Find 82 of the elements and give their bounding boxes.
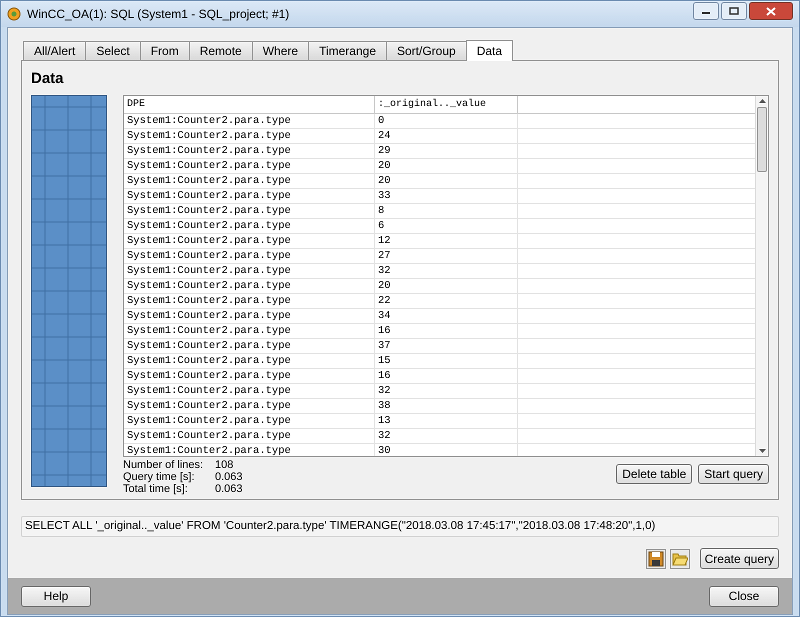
tab[interactable]: Data: [466, 40, 514, 61]
table-cell: 20: [375, 174, 518, 188]
table-cell: System1:Counter2.para.type: [124, 204, 375, 218]
table-cell: System1:Counter2.para.type: [124, 414, 375, 428]
close-icon: [766, 6, 776, 16]
table-cell: 13: [375, 414, 518, 428]
table-cell: System1:Counter2.para.type: [124, 384, 375, 398]
query-field[interactable]: SELECT ALL '_original.._value' FROM 'Counter2.para.type' TIMERANGE("2018.03.08 17:45:17","2018.03.08 17:48:20",1,0): [21, 516, 779, 537]
table-cell: System1:Counter2.para.type: [124, 219, 375, 233]
scrollbar[interactable]: [755, 96, 768, 456]
table-cell: 20: [375, 159, 518, 173]
table-cell: System1:Counter2.para.type: [124, 294, 375, 308]
table-cell: 8: [375, 204, 518, 218]
maximize-icon: [729, 7, 739, 15]
stat-label: Number of lines:: [123, 459, 204, 471]
tab[interactable]: Remote: [188, 41, 252, 60]
table-cell: 34: [375, 309, 518, 323]
table-cell: 0: [375, 114, 518, 128]
table-cell: 32: [375, 384, 518, 398]
close-dialog-button[interactable]: Close: [709, 586, 779, 606]
tab[interactable]: All/Alert: [23, 41, 86, 60]
table-cell: 29: [375, 144, 518, 158]
table-cell: System1:Counter2.para.type: [124, 189, 375, 203]
table-cell: System1:Counter2.para.type: [124, 324, 375, 338]
table-cell: System1:Counter2.para.type: [124, 129, 375, 143]
table-cell: 16: [375, 369, 518, 383]
table-cell: 27: [375, 249, 518, 263]
table-cell: System1:Counter2.para.type: [124, 114, 375, 128]
table-cell: System1:Counter2.para.type: [124, 279, 375, 293]
column-header[interactable]: DPE: [124, 96, 375, 113]
table-cell: 24: [375, 129, 518, 143]
tab[interactable]: Timerange: [308, 41, 386, 60]
table-cell: System1:Counter2.para.type: [124, 234, 375, 248]
stat-value: 0.063: [215, 471, 243, 483]
scroll-down-icon[interactable]: [758, 449, 766, 454]
table-cell: System1:Counter2.para.type: [124, 144, 375, 158]
tab[interactable]: From: [140, 41, 189, 60]
help-button[interactable]: Help: [21, 586, 91, 606]
table-cell: 12: [375, 234, 518, 248]
table-cell: 15: [375, 354, 518, 368]
table-cell: System1:Counter2.para.type: [124, 249, 375, 263]
folder-icon: [672, 552, 688, 566]
stat-value: 0.063: [215, 483, 243, 495]
panel-title: Data: [31, 69, 65, 89]
table-cell: System1:Counter2.para.type: [124, 174, 375, 188]
tab[interactable]: Where: [252, 41, 308, 60]
table-cell: System1:Counter2.para.type: [124, 399, 375, 413]
table-cell: 16: [375, 324, 518, 338]
table-cell: System1:Counter2.para.type: [124, 444, 375, 456]
table-cell: System1:Counter2.para.type: [124, 369, 375, 383]
table-cell: System1:Counter2.para.type: [124, 429, 375, 443]
close-button[interactable]: [749, 2, 793, 20]
table-cell: System1:Counter2.para.type: [124, 309, 375, 323]
stat-label: Query time [s]:: [123, 471, 196, 483]
tab[interactable]: Select: [85, 41, 140, 60]
app-logo-icon: [7, 7, 21, 21]
scroll-thumb[interactable]: [757, 107, 767, 172]
table-cell: 20: [375, 279, 518, 293]
minimize-button[interactable]: [693, 2, 719, 20]
table-cell: System1:Counter2.para.type: [124, 159, 375, 173]
table-cell: 32: [375, 264, 518, 278]
table-cell: 32: [375, 429, 518, 443]
column-header[interactable]: :_original.._value: [375, 96, 518, 113]
table-cell: 37: [375, 339, 518, 353]
table-cell: 30: [375, 444, 518, 456]
stat-value: 108: [215, 459, 234, 471]
window-title: WinCC_OA(1): SQL (System1 - SQL_project; #1): [27, 6, 290, 23]
maximize-button[interactable]: [721, 2, 747, 20]
scroll-up-icon[interactable]: [758, 98, 766, 103]
table-cell: 22: [375, 294, 518, 308]
table-action-button[interactable]: Start query: [698, 464, 769, 484]
table-cell: 6: [375, 219, 518, 233]
table-cell: System1:Counter2.para.type: [124, 354, 375, 368]
table-cell: System1:Counter2.para.type: [124, 339, 375, 353]
table-cell: 38: [375, 399, 518, 413]
create-query-button[interactable]: Create query: [700, 548, 779, 569]
save-button[interactable]: [646, 548, 666, 568]
table-cell: System1:Counter2.para.type: [124, 264, 375, 278]
stat-label: Total time [s]:: [123, 483, 189, 495]
table-action-button[interactable]: Delete table: [616, 464, 692, 484]
tab[interactable]: Sort/Group: [386, 41, 466, 60]
table-cell: 33: [375, 189, 518, 203]
